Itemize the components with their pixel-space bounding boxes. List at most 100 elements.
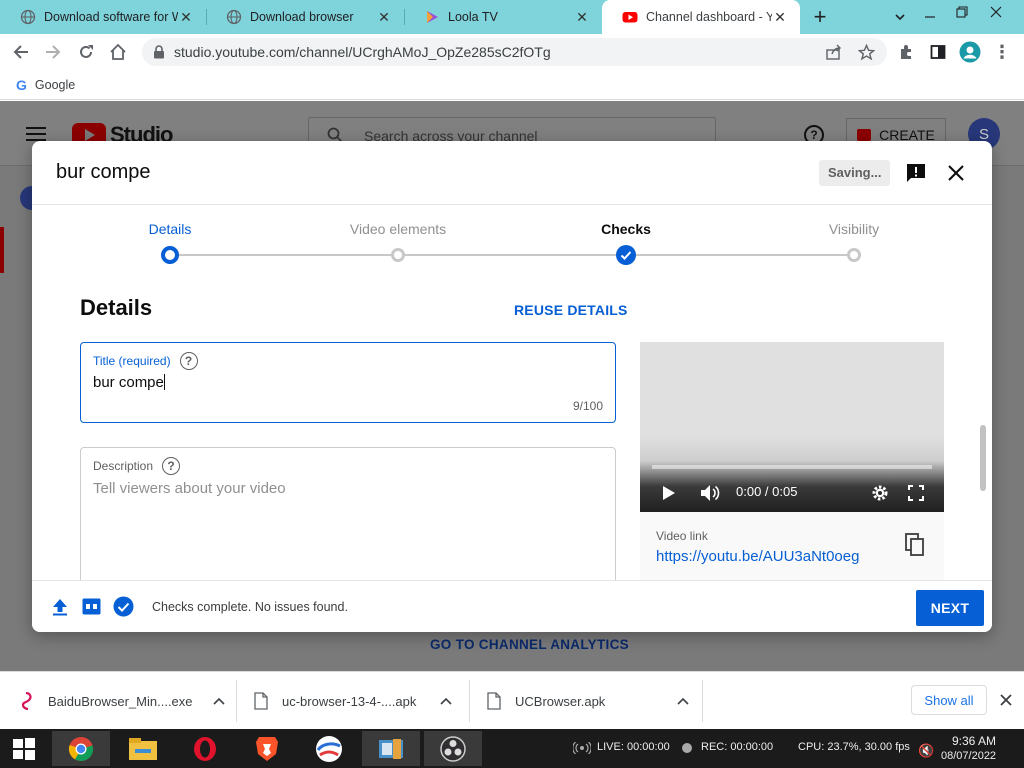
lock-icon[interactable] (153, 45, 165, 59)
windows-start-icon[interactable] (0, 731, 48, 766)
next-button[interactable]: NEXT (916, 590, 984, 626)
reuse-details-button[interactable]: REUSE DETAILS (514, 302, 628, 318)
step-visibility-dot[interactable] (847, 248, 861, 262)
volume-muted-icon[interactable]: 🔇 (918, 743, 934, 759)
live-broadcast-icon (573, 742, 591, 754)
settings-gear-icon[interactable] (871, 484, 889, 502)
opera-icon[interactable] (176, 731, 234, 766)
dialog-header: bur compe Saving... (32, 141, 992, 205)
tab-channel-dashboard[interactable]: Channel dashboard - You ✕ (602, 0, 800, 34)
download-separator (469, 680, 470, 722)
close-tab-icon[interactable]: ✕ (376, 9, 392, 25)
details-content: Details REUSE DETAILS Title (required) ?… (32, 275, 992, 580)
close-window-icon[interactable] (984, 0, 1008, 24)
forward-icon[interactable] (41, 40, 65, 64)
download-separator (236, 680, 237, 722)
title-char-count: 9/100 (572, 399, 603, 413)
close-tab-icon[interactable]: ✕ (574, 9, 590, 25)
back-icon[interactable] (9, 40, 33, 64)
minimize-icon[interactable] (918, 5, 942, 29)
hd-processing-icon[interactable] (82, 598, 101, 615)
loola-play-icon (424, 9, 440, 25)
side-panel-icon[interactable] (926, 40, 950, 64)
sidebar (0, 167, 44, 671)
step-checks-check-icon[interactable] (616, 245, 636, 265)
copy-icon[interactable] (905, 533, 925, 557)
restore-icon[interactable] (950, 0, 974, 24)
tab-loola-tv[interactable]: Loola TV ✕ (404, 0, 602, 34)
file-explorer-icon[interactable] (114, 731, 172, 766)
feedback-icon[interactable] (905, 162, 927, 184)
description-field[interactable]: Description ? Tell viewers about your vi… (80, 447, 616, 580)
live-timer: LIVE: 00:00:00 (597, 741, 670, 753)
download-item[interactable]: BaiduBrowser_Min....exe (18, 672, 225, 730)
go-to-analytics-link[interactable]: GO TO CHANNEL ANALYTICS (430, 637, 629, 652)
show-all-button[interactable]: Show all (911, 685, 987, 715)
download-filename: UCBrowser.apk (515, 693, 606, 709)
clock-date[interactable]: 08/07/2022 (941, 750, 996, 762)
fullscreen-icon[interactable] (908, 485, 924, 501)
step-visibility-label[interactable]: Visibility (829, 221, 879, 237)
upload-stepper: Details Video elements Checks Visibility (32, 205, 992, 275)
tab-download-software[interactable]: Download software for W ✕ (0, 0, 206, 34)
close-tab-icon[interactable]: ✕ (772, 9, 788, 25)
download-filename: BaiduBrowser_Min....exe (48, 693, 193, 709)
chrome-taskbar-icon[interactable] (52, 731, 110, 766)
step-details-label[interactable]: Details (149, 221, 192, 237)
description-placeholder: Tell viewers about your video (93, 480, 286, 497)
hamburger-menu-icon[interactable] (26, 127, 46, 141)
windows-taskbar: LIVE: 00:00:00 REC: 00:00:00 CPU: 23.7%,… (0, 729, 1024, 768)
video-progress-bar[interactable] (652, 465, 932, 469)
reload-icon[interactable] (74, 40, 98, 64)
title-field[interactable]: Title (required) ? bur compe 9/100 (80, 342, 616, 423)
download-item[interactable]: uc-browser-13-4-....apk (254, 672, 452, 730)
share-icon[interactable] (822, 40, 846, 64)
tab-search-icon[interactable] (888, 5, 912, 29)
close-downloads-icon[interactable] (1000, 694, 1012, 706)
description-field-label: Description (93, 459, 154, 473)
obs-icon[interactable] (424, 731, 482, 766)
video-link[interactable]: https://youtu.be/AUU3aNt0oeg (656, 548, 859, 565)
app-taskbar-icon[interactable] (362, 731, 420, 766)
upload-dialog: bur compe Saving... Details Video elemen… (32, 141, 992, 632)
new-tab-button[interactable]: + (808, 4, 832, 29)
clock-time[interactable]: 9:36 AM (952, 734, 996, 748)
step-details-dot[interactable] (161, 246, 179, 264)
dialog-title: bur compe (56, 161, 151, 183)
bookmark-google[interactable]: G Google (16, 77, 75, 93)
checks-complete-icon[interactable] (113, 596, 134, 617)
checks-status-text: Checks complete. No issues found. (152, 600, 348, 614)
bookmark-star-icon[interactable] (854, 40, 878, 64)
tab-download-browser[interactable]: Download browser ✕ (206, 0, 404, 34)
help-circle-icon[interactable]: ? (179, 352, 198, 370)
youtube-icon (622, 9, 638, 25)
step-video-elements-dot[interactable] (391, 248, 405, 262)
step-checks-label[interactable]: Checks (601, 221, 651, 237)
step-video-elements-label[interactable]: Video elements (350, 221, 446, 237)
uc-browser-icon[interactable] (300, 731, 358, 766)
help-circle-icon[interactable]: ? (162, 457, 181, 475)
title-label-row: Title (required) ? (93, 352, 198, 370)
home-icon[interactable] (106, 40, 130, 64)
saving-badge: Saving... (819, 160, 891, 186)
downloads-bar: BaiduBrowser_Min....exe uc-browser-13-4-… (0, 671, 1024, 729)
chrome-menu-icon[interactable]: ⋮ (990, 40, 1014, 64)
rec-timer: REC: 00:00:00 (701, 741, 774, 753)
profile-avatar-icon[interactable] (958, 40, 982, 64)
close-tab-icon[interactable]: ✕ (178, 9, 194, 25)
video-time: 0:00 / 0:05 (736, 484, 798, 499)
upload-status-icon[interactable] (52, 598, 68, 616)
volume-icon[interactable] (700, 484, 720, 502)
close-dialog-icon[interactable] (947, 164, 965, 182)
video-preview[interactable]: 0:00 / 0:05 (640, 342, 944, 512)
download-item[interactable]: UCBrowser.apk (487, 672, 689, 730)
play-icon[interactable] (662, 485, 676, 501)
chevron-up-icon[interactable] (440, 697, 452, 705)
brave-icon[interactable] (238, 731, 296, 766)
chevron-up-icon[interactable] (677, 697, 689, 705)
extensions-icon[interactable] (894, 40, 918, 64)
description-label-row: Description ? (93, 457, 181, 475)
content-scrollbar[interactable] (980, 425, 986, 491)
title-input[interactable]: bur compe (93, 374, 165, 391)
chevron-up-icon[interactable] (212, 697, 225, 705)
